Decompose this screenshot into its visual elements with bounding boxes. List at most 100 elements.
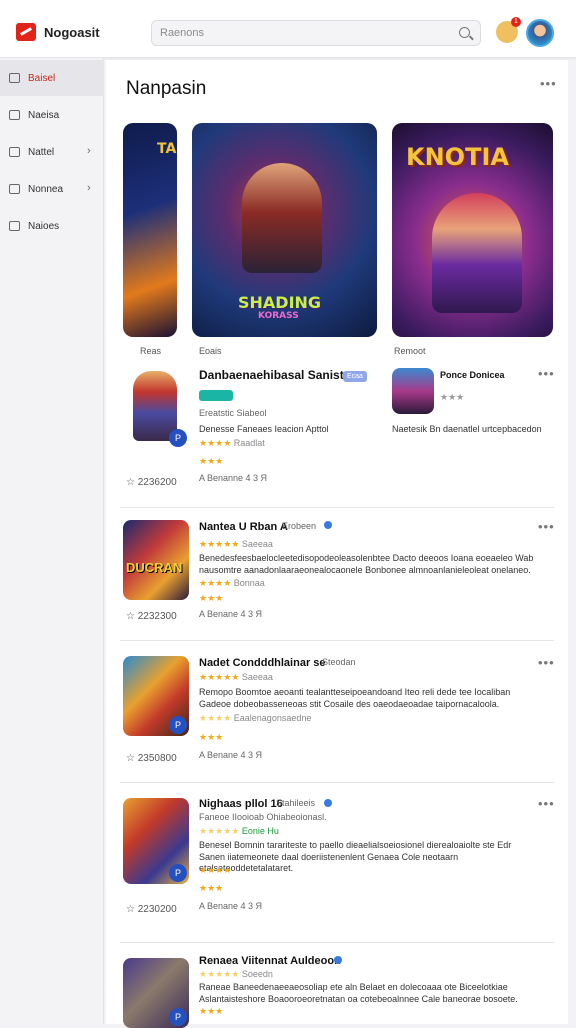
count-value: 2232300	[137, 611, 177, 622]
character-icon	[133, 371, 177, 441]
chevron-right-icon: ›	[87, 145, 91, 157]
page-more-icon[interactable]: •••	[540, 76, 557, 91]
sidebar-item-label: Baisel	[28, 73, 56, 84]
list-item[interactable]: P Nighaas pllol 16 Stahileeis Faneoe IIo…	[106, 793, 568, 933]
item-badge: Steodan	[322, 657, 356, 667]
rating-text: Eaalenagonsaedne	[233, 713, 312, 723]
rating-stars-tertiary: ★★★	[199, 732, 224, 742]
platform-icon: P	[169, 864, 187, 882]
list-item[interactable]: DUCRAN Nantea U Rban A Erobeen ★★★★★ Sae…	[106, 515, 568, 645]
search-placeholder: Raenons	[160, 27, 205, 39]
list-item[interactable]: P Renaea Viitennat Auldeoon ★★★★★ Soeedn…	[106, 952, 568, 1028]
divider	[120, 782, 554, 783]
installs-text: A Benane 4 3 Я	[199, 609, 263, 619]
featured-tile[interactable]: TAI	[123, 123, 177, 337]
item-more-icon[interactable]: •••	[538, 519, 555, 534]
app-logo-icon[interactable]	[16, 23, 36, 41]
house-icon	[9, 147, 20, 157]
featured-art-subtitle: KORASS	[258, 311, 299, 321]
item-title[interactable]: Renaea Viitennat Auldeoon	[199, 955, 341, 967]
app-thumbnail: P	[123, 958, 189, 1028]
rating-text: Eonie Hu	[241, 826, 279, 836]
hero-character-icon	[242, 163, 322, 273]
verified-icon	[334, 956, 342, 964]
item-more-icon[interactable]: •••	[538, 655, 555, 670]
sidebar-item-3[interactable]: Nonnea ›	[0, 171, 104, 207]
verified-icon	[324, 799, 332, 807]
status-tag	[199, 390, 233, 401]
brand-name: Nogoasit	[44, 25, 100, 40]
side-card-stars: ★★★	[440, 392, 465, 402]
main-content: Nanpasin ••• TAI Reas SHADING KORASS Eoa…	[106, 60, 568, 1028]
sidebar: Baisel Naeisa Nattel › Nonnea › Naioes	[0, 58, 104, 1024]
side-card-title[interactable]: Ponce Donicea	[440, 370, 505, 380]
download-count: ☆ 2350800	[126, 753, 177, 764]
divider	[120, 942, 554, 943]
side-card-description: Naetesik Bn daenatlel urtcepbacedon	[392, 424, 542, 434]
featured-tile[interactable]: SHADING KORASS	[192, 123, 377, 337]
item-description: Benedesfeesbaelocleetedisopodeoleasolenb…	[199, 553, 534, 575]
item-description: Benesel Bomnin tarariteste to paello die…	[199, 840, 512, 873]
platform-icon: P	[169, 1008, 187, 1026]
item-publisher: Faneoe IIooioab Ohiabeoionasl.	[199, 812, 327, 822]
download-count: ☆ 2230200	[126, 904, 177, 915]
divider	[120, 507, 554, 508]
item-publisher: Ereatstic Siabeol	[199, 408, 267, 418]
installs-text: A Benane 4 3 Я	[199, 901, 263, 911]
featured-caption: Reas	[140, 346, 162, 356]
search-icon[interactable]	[459, 27, 470, 38]
sidebar-item-label: Nonnea	[28, 184, 64, 195]
sidebar-item-label: Naioes	[28, 221, 60, 232]
chevron-right-icon: ›	[87, 182, 91, 194]
item-publisher: Saeeaa	[241, 539, 273, 549]
featured-tile[interactable]: KNOTIA	[392, 123, 553, 337]
rating-stars-secondary: ★★★	[199, 456, 224, 466]
platform-icon: P	[169, 429, 187, 447]
search-input[interactable]: Raenons	[151, 20, 481, 46]
list-item[interactable]: P Nadet Condddhlainar se Steodan ★★★★★ S…	[106, 650, 568, 780]
rating-stars-secondary: ★★★	[199, 1006, 224, 1016]
count-value: 2230200	[137, 904, 177, 915]
inbox-icon	[9, 221, 20, 231]
notification-badge: 1	[511, 17, 521, 27]
featured-art-title: KNOTIA	[406, 143, 509, 171]
item-description: Remopo Boomtoe aeoanti tealantteseipoean…	[199, 687, 511, 709]
list-icon	[9, 184, 20, 194]
rating-stars-secondary: ★★★★ Eaalenagonsaedne	[199, 713, 312, 723]
featured-art-title: TAI	[157, 141, 177, 157]
rating-stars-secondary: ★★★★ Bonnaa	[199, 578, 265, 588]
divider	[120, 640, 554, 641]
item-title[interactable]: Nantea U Rban A	[199, 521, 288, 533]
item-title[interactable]: Nadet Condddhlainar se	[199, 657, 326, 669]
item-more-icon[interactable]: •••	[538, 366, 555, 381]
rating-stars: ★★★★★ Saeeaa	[199, 539, 273, 549]
sidebar-item-4[interactable]: Naioes	[0, 208, 104, 244]
item-badge: Ecaa	[343, 371, 367, 382]
app-thumbnail: DUCRAN	[123, 520, 189, 600]
item-more-icon[interactable]: •••	[538, 796, 555, 811]
rating-stars-tertiary: ★★★	[199, 883, 224, 893]
download-count: ☆ 2236200	[126, 477, 177, 488]
rating-stars: ★★★★★ Saeeaa	[199, 672, 273, 682]
rating-stars-tertiary: ★★★	[199, 593, 224, 603]
platform-icon: P	[169, 716, 187, 734]
featured-caption: Eoais	[199, 346, 222, 356]
list-item[interactable]: P Danbaenaehibasal Sanista Ecaa Ereatsti…	[106, 360, 568, 510]
installs-text: A Benanne 4 3 Я	[199, 473, 268, 483]
featured-art-title: SHADING	[238, 293, 322, 312]
top-bar: Nogoasit Raenons 1	[0, 0, 576, 58]
item-publisher: Saeeaa	[241, 672, 273, 682]
item-title[interactable]: Nighaas pllol 16	[199, 798, 283, 810]
sidebar-item-0[interactable]: Baisel	[0, 60, 104, 96]
download-count: ☆ 2232300	[126, 611, 177, 622]
sidebar-item-2[interactable]: Nattel ›	[0, 134, 104, 170]
rating-stars: ★★★★ Raadlat	[199, 438, 265, 448]
sidebar-item-label: Nattel	[28, 147, 55, 158]
sidebar-item-1[interactable]: Naeisa	[0, 97, 104, 133]
rating-stars: ★★★★★ Soeedn	[199, 969, 273, 979]
avatar[interactable]	[526, 19, 554, 47]
side-card-thumbnail[interactable]	[392, 368, 434, 414]
item-title[interactable]: Danbaenaehibasal Sanista	[199, 368, 350, 382]
rating-text: Raadlat	[233, 438, 265, 448]
notification-icon[interactable]: 1	[496, 17, 521, 43]
